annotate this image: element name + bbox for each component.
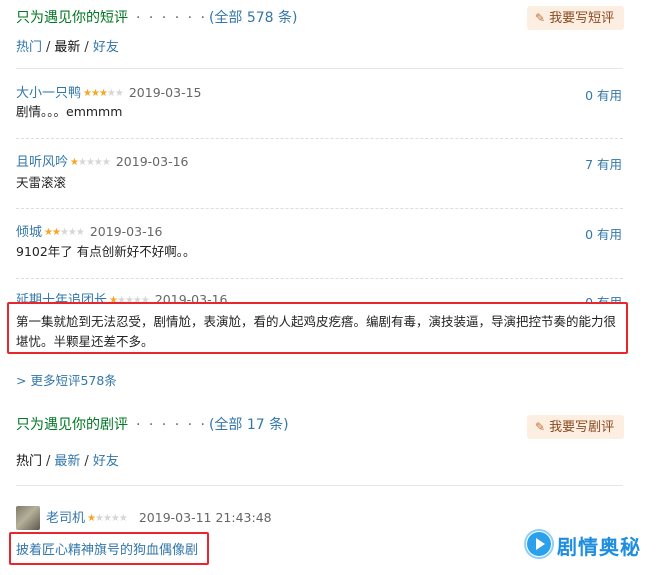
divider bbox=[16, 278, 623, 279]
comment-author[interactable]: 倾城 bbox=[16, 225, 42, 240]
comment-author[interactable]: 且听风吟 bbox=[16, 155, 68, 170]
play-logo-icon bbox=[527, 532, 551, 556]
rating-stars: ★★★★★ bbox=[70, 157, 111, 168]
divider bbox=[16, 138, 623, 139]
comment-date: 2019-03-16 bbox=[89, 224, 163, 239]
tab-latest[interactable]: 最新 bbox=[54, 454, 80, 469]
write-long-review-button[interactable]: ✎ 我要写剧评 bbox=[527, 415, 625, 439]
more-short-reviews-link[interactable]: > 更多短评578条 bbox=[16, 370, 117, 389]
rating-stars: ★★★★★ bbox=[87, 513, 128, 524]
short-review-tabs: 热门 / 最新 / 好友 bbox=[16, 40, 119, 55]
tab-friends[interactable]: 好友 bbox=[93, 40, 119, 55]
tab-latest[interactable]: 最新 bbox=[54, 40, 80, 55]
all-long-reviews-link[interactable]: (全部 17 条) bbox=[209, 417, 289, 433]
comment-meta: 倾城 ★★★★★ 2019-03-16 bbox=[16, 223, 163, 242]
divider bbox=[16, 208, 623, 209]
pencil-icon: ✎ bbox=[535, 11, 546, 25]
divider bbox=[16, 485, 623, 486]
divider bbox=[16, 68, 623, 69]
tab-hot[interactable]: 热门 bbox=[16, 454, 42, 469]
comment-date: 2019-03-15 bbox=[128, 85, 202, 100]
review-meta: 老司机 ★★★★★ 2019-03-11 21:43:48 bbox=[46, 509, 272, 528]
comment-date: 2019-03-16 bbox=[115, 154, 189, 169]
comment-text: 9102年了 有点创新好不好啊。。 bbox=[16, 244, 196, 259]
comment-text: 天雷滚滚 bbox=[16, 175, 67, 190]
pencil-icon: ✎ bbox=[535, 420, 546, 434]
write-short-review-button[interactable]: ✎ 我要写短评 bbox=[527, 6, 625, 30]
all-short-reviews-link[interactable]: (全部 578 条) bbox=[209, 10, 298, 26]
comment-meta: 且听风吟 ★★★★★ 2019-03-16 bbox=[16, 153, 189, 172]
highlight-box bbox=[9, 532, 209, 565]
title-dots: · · · · · · bbox=[136, 417, 207, 433]
write-long-review-label: 我要写剧评 bbox=[549, 420, 615, 435]
highlight-box bbox=[7, 302, 628, 354]
short-reviews-title: 只为遇见你的短评 · · · · · · (全部 578 条) bbox=[16, 9, 298, 27]
review-author[interactable]: 老司机 bbox=[46, 511, 85, 526]
long-review-tabs: 热门 / 最新 / 好友 bbox=[16, 454, 119, 469]
avatar[interactable] bbox=[16, 506, 40, 530]
comment-author[interactable]: 大小一只鸭 bbox=[16, 86, 81, 101]
long-reviews-title-text: 只为遇见你的剧评 bbox=[16, 417, 128, 433]
rating-stars: ★★★★★ bbox=[44, 227, 85, 238]
tab-hot[interactable]: 热门 bbox=[16, 40, 42, 55]
watermark-text: 剧情奥秘 bbox=[557, 535, 641, 559]
write-short-review-label: 我要写短评 bbox=[549, 11, 615, 26]
review-datetime: 2019-03-11 21:43:48 bbox=[138, 510, 272, 525]
comment-meta: 大小一只鸭 ★★★★★ 2019-03-15 bbox=[16, 84, 202, 103]
long-reviews-title: 只为遇见你的剧评 · · · · · · (全部 17 条) bbox=[16, 416, 289, 434]
useful-vote[interactable]: 7 有用 bbox=[560, 154, 622, 173]
useful-vote[interactable]: 0 有用 bbox=[560, 224, 622, 243]
tab-friends[interactable]: 好友 bbox=[93, 454, 119, 469]
comment-text: 剧情。。。emmmm bbox=[16, 104, 123, 119]
rating-stars: ★★★★★ bbox=[83, 88, 124, 99]
short-reviews-title-text: 只为遇见你的短评 bbox=[16, 10, 128, 26]
title-dots: · · · · · · bbox=[136, 10, 207, 26]
